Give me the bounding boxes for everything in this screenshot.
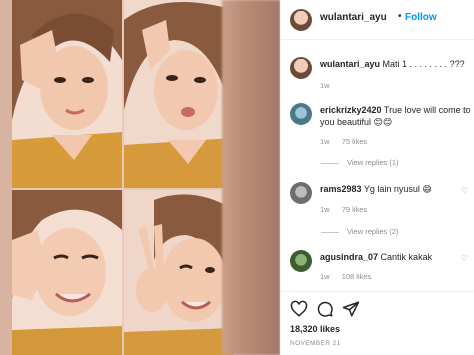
post-photo[interactable]: [0, 0, 280, 355]
comment-meta: 1w 79 likes: [320, 205, 377, 214]
small-heart-icon[interactable]: ♡: [461, 107, 470, 116]
post-header: wulantari_ayu • Follow: [281, 0, 474, 40]
comment-item: rams2983 Yg lain nyusul 😄 ♡ 1w 79 likes …: [290, 182, 470, 242]
comment-item: agusindra_07 Cantik kakak ♡ 1w 108 likes: [290, 250, 470, 286]
comment-likes[interactable]: 108 likes: [342, 272, 372, 281]
collage-tile-2: [124, 0, 234, 188]
caption-meta: 1w: [320, 81, 340, 90]
comment-age: 1w: [320, 205, 330, 214]
commenter-avatar[interactable]: [290, 103, 312, 125]
photo-edge-right: [222, 0, 280, 355]
post-date: NOVEMBER 21: [290, 340, 341, 347]
view-replies-label: View replies (1): [347, 158, 399, 167]
comment-icon[interactable]: [316, 300, 334, 318]
comment-username[interactable]: agusindra_07: [320, 252, 378, 262]
view-replies-label: View replies (2): [347, 227, 399, 236]
caption: wulantari_ayu Mati 1 . . . . . . . . ???…: [290, 57, 470, 91]
caption-text: Mati 1 . . . . . . . . ???: [382, 59, 465, 69]
comment-text: Cantik kakak: [380, 252, 433, 262]
author-avatar[interactable]: [290, 9, 312, 31]
comment-item: erickrizky2420 True love will come to yo…: [290, 103, 472, 173]
comment-username[interactable]: erickrizky2420: [320, 105, 382, 115]
collage-tile-3: [12, 190, 122, 355]
post-actions: 18,320 likes NOVEMBER 21: [281, 291, 474, 355]
caption-age: 1w: [320, 81, 330, 90]
small-heart-icon[interactable]: ♡: [461, 254, 470, 263]
collage-tile-1: [12, 0, 122, 188]
view-replies-button[interactable]: View replies (2): [321, 227, 399, 236]
likes-count[interactable]: 18,320 likes: [290, 324, 340, 334]
post-side-panel: wulantari_ayu • Follow wulantari_ayu Mat…: [280, 0, 474, 355]
replies-line: [321, 162, 339, 164]
comment-age: 1w: [320, 272, 330, 281]
comment-likes[interactable]: 75 likes: [342, 137, 367, 146]
caption-username[interactable]: wulantari_ayu: [320, 59, 380, 69]
caption-avatar[interactable]: [290, 57, 312, 79]
caption-body: wulantari_ayu Mati 1 . . . . . . . . ???: [320, 58, 472, 70]
author-username[interactable]: wulantari_ayu: [320, 12, 387, 23]
share-icon[interactable]: [342, 300, 360, 318]
heart-icon[interactable]: [290, 300, 308, 318]
replies-line: [321, 231, 339, 233]
photo-edge-left: [0, 0, 12, 355]
separator-dot: •: [398, 11, 402, 22]
comment-text: Yg lain nyusul 😄: [363, 184, 432, 194]
comment-username[interactable]: rams2983: [320, 184, 362, 194]
comment-meta: 1w 75 likes: [320, 137, 377, 146]
comment-body: agusindra_07 Cantik kakak: [320, 251, 472, 263]
comment-meta: 1w 108 likes: [320, 272, 381, 281]
view-replies-button[interactable]: View replies (1): [321, 158, 399, 167]
commenter-avatar[interactable]: [290, 182, 312, 204]
comment-body: erickrizky2420 True love will come to yo…: [320, 104, 472, 128]
comment-body: rams2983 Yg lain nyusul 😄: [320, 183, 472, 195]
comment-age: 1w: [320, 137, 330, 146]
collage-tile-4: [124, 190, 234, 355]
commenter-avatar[interactable]: [290, 250, 312, 272]
follow-button[interactable]: Follow: [405, 12, 437, 23]
small-heart-icon[interactable]: ♡: [461, 186, 470, 195]
comment-likes[interactable]: 79 likes: [342, 205, 367, 214]
